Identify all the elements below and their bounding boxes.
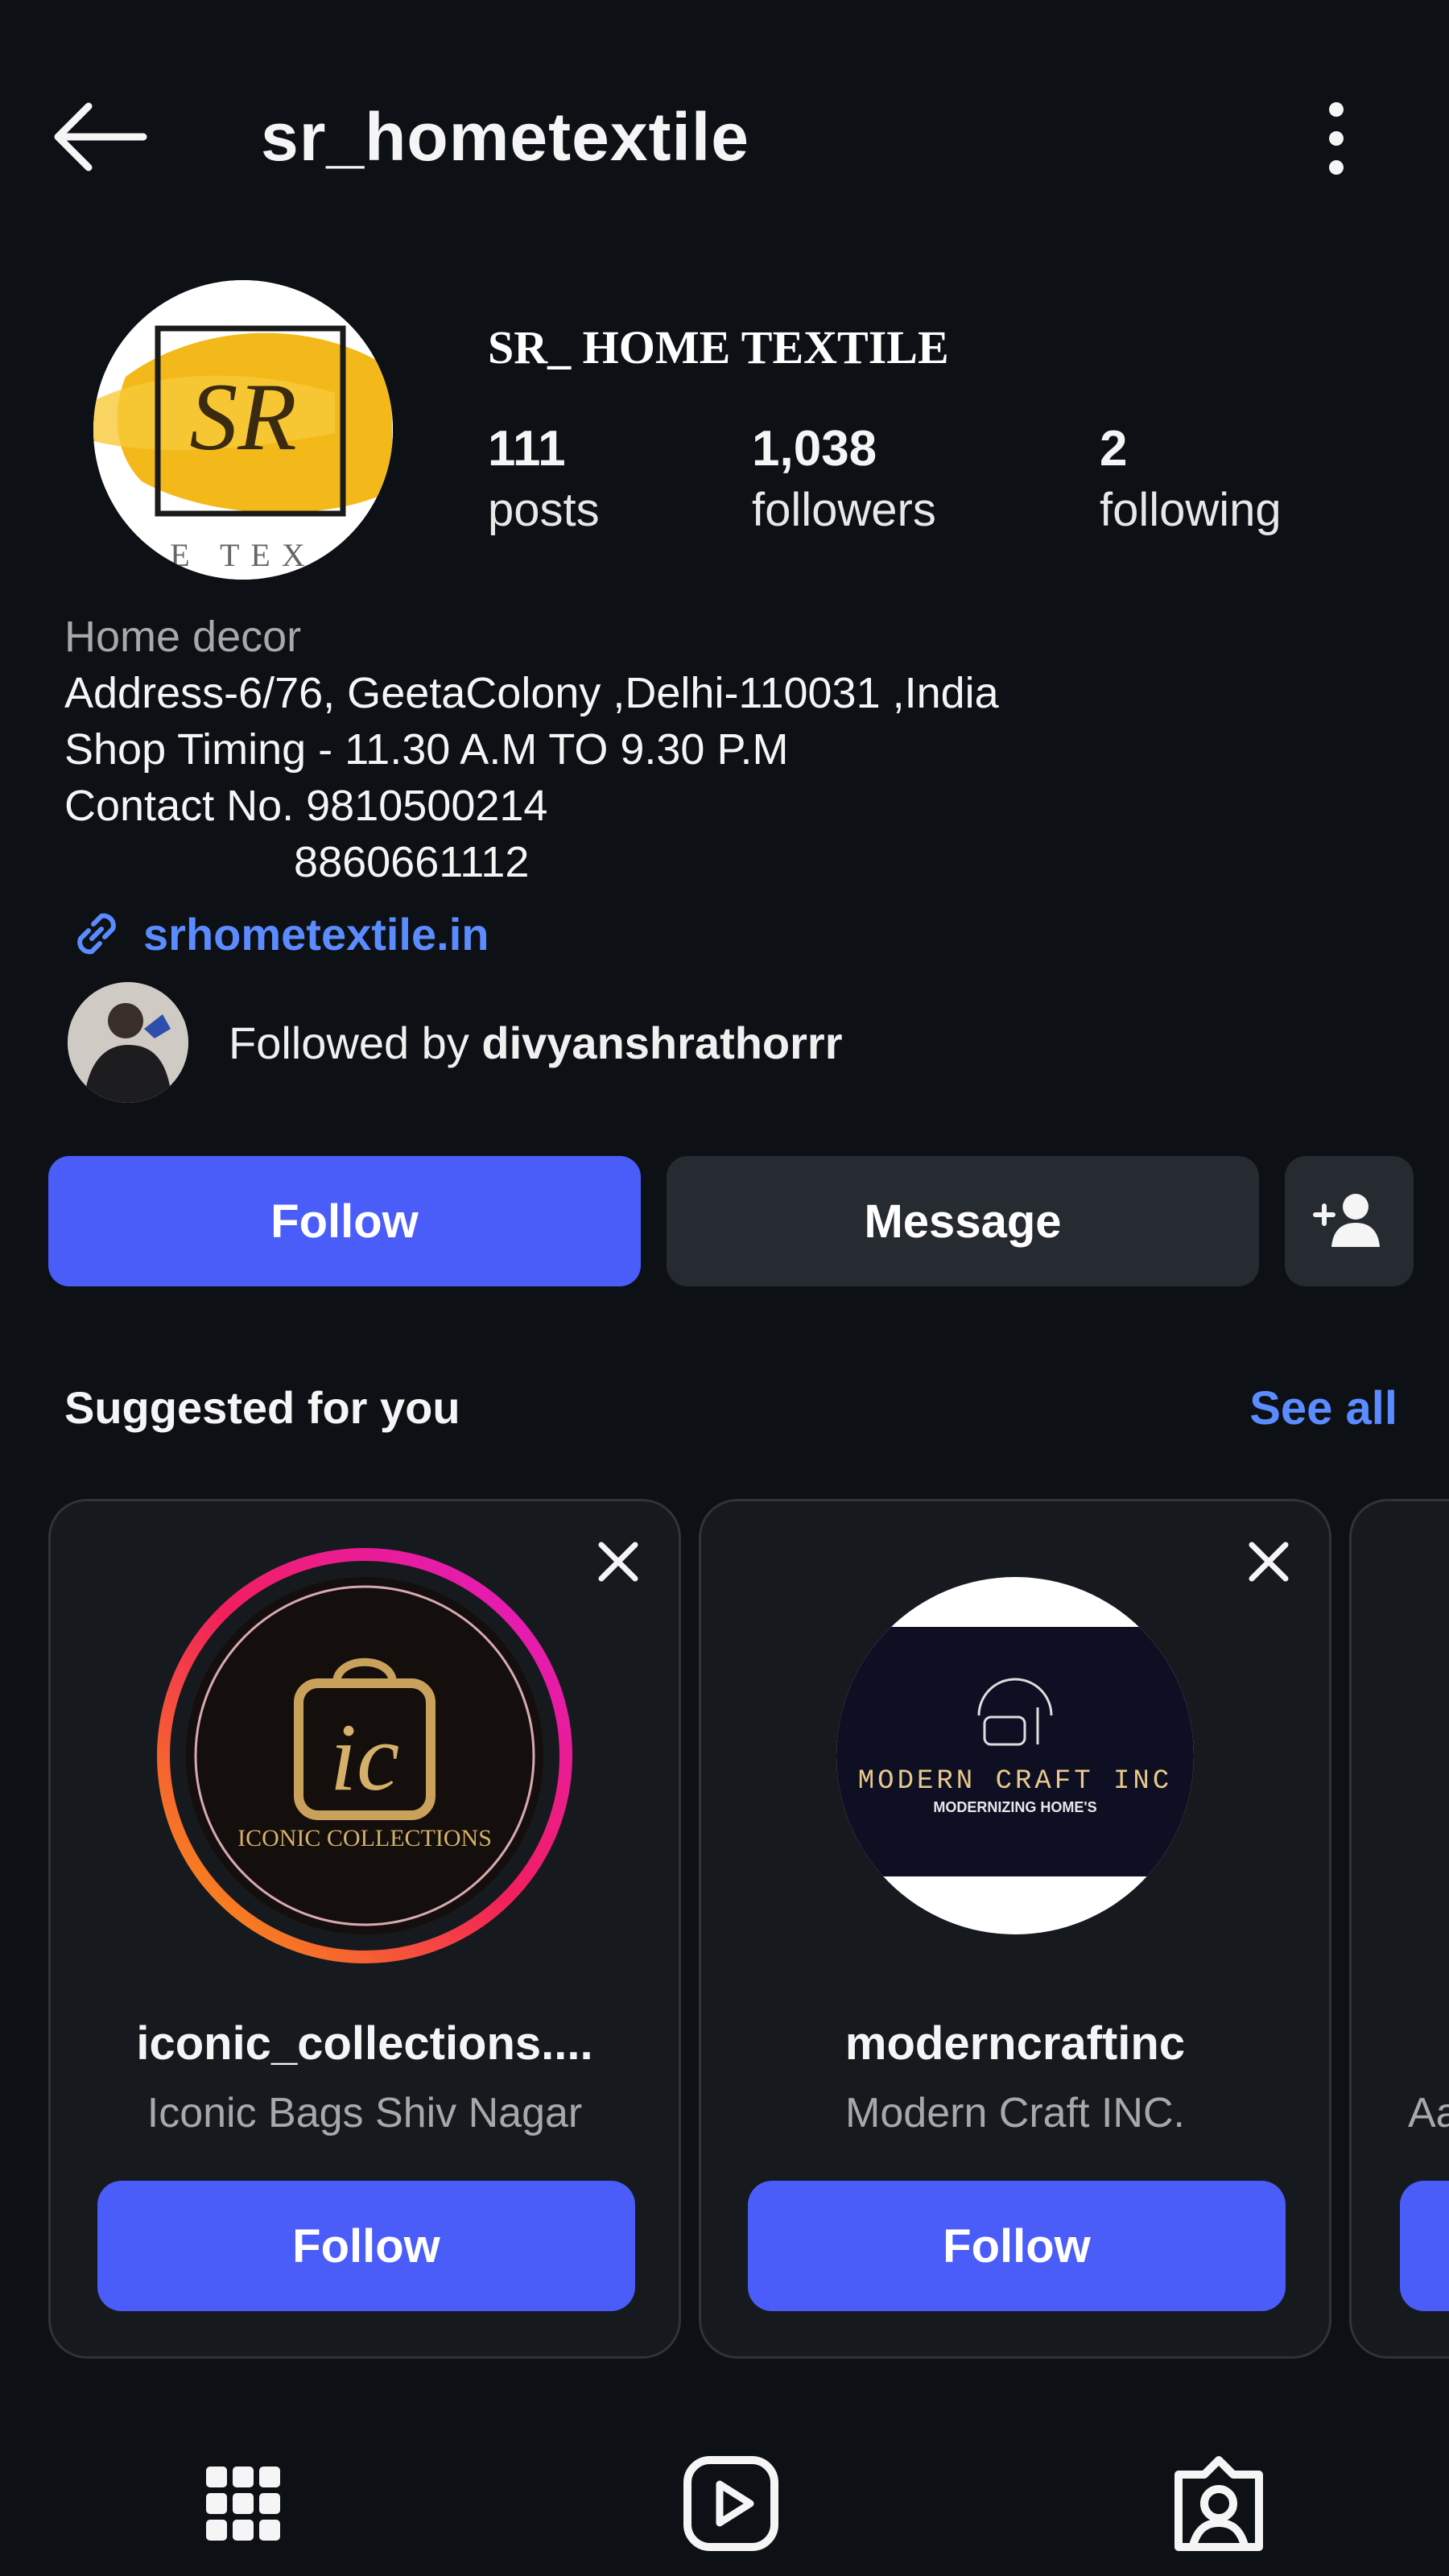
bio-line: Shop Timing - 11.30 A.M TO 9.30 P.M	[64, 725, 789, 774]
story-ring-avatar: ic ICONIC COLLECTIONS	[157, 1548, 572, 1963]
grid-icon	[206, 2467, 280, 2541]
suggestion-follow-button[interactable]: Follow	[97, 2181, 635, 2311]
profile-website-link[interactable]: srhometextile.in	[64, 902, 489, 966]
see-all-link[interactable]: See all	[1249, 1381, 1397, 1435]
close-icon	[598, 1542, 638, 1582]
suggestion-subtitle: Aa	[1408, 2090, 1449, 2136]
profile-tab-bar	[0, 2423, 1449, 2576]
tab-tagged[interactable]	[1162, 2447, 1275, 2560]
svg-text:ic: ic	[330, 1703, 400, 1810]
suggestion-card[interactable]: Aa	[1349, 1499, 1449, 2359]
svg-text:E TEX: E TEX	[170, 537, 316, 573]
bio-line: 8860661112	[64, 838, 530, 886]
mutual-follower-avatar[interactable]	[68, 982, 188, 1103]
sr-logo-image: SR E TEX	[93, 280, 393, 580]
close-icon	[1249, 1542, 1289, 1582]
profile-display-name: SR_ HOME TEXTILE	[488, 321, 949, 374]
person-photo	[68, 982, 188, 1103]
following-count: 2	[1100, 421, 1128, 477]
svg-text:ICONIC COLLECTIONS: ICONIC COLLECTIONS	[237, 1825, 492, 1852]
more-options-button[interactable]	[1304, 95, 1368, 184]
more-vertical-icon	[1329, 102, 1344, 175]
profile-username-title: sr_hometextile	[261, 99, 749, 175]
suggestion-username[interactable]: iconic_collections....	[51, 2017, 679, 2070]
tagged-icon	[1174, 2456, 1263, 2551]
posts-stat[interactable]: 111 posts	[488, 419, 600, 541]
add-person-icon	[1313, 1194, 1380, 1247]
dismiss-suggestion-button[interactable]	[1241, 1534, 1297, 1590]
suggestion-follow-button[interactable]	[1400, 2181, 1449, 2311]
website-link-text[interactable]: srhometextile.in	[143, 908, 489, 960]
following-label: following	[1100, 484, 1282, 536]
suggestion-avatar[interactable]: ic ICONIC COLLECTIONS	[155, 1546, 574, 1965]
followed-by-row[interactable]: Followed by divyanshrathorrr	[68, 982, 843, 1103]
profile-bio: Home decor Address-6/76, GeetaColony ,De…	[64, 609, 1401, 890]
followers-stat[interactable]: 1,038 followers	[752, 419, 936, 541]
suggestion-avatar[interactable]: MODERN CRAFT INC MODERNIZING HOME'S	[806, 1546, 1224, 1965]
back-arrow-icon	[54, 102, 147, 171]
dismiss-suggestion-button[interactable]	[590, 1534, 646, 1590]
bio-category: Home decor	[64, 613, 302, 661]
follow-button[interactable]: Follow	[48, 1156, 641, 1286]
svg-text:MODERN CRAFT INC: MODERN CRAFT INC	[858, 1766, 1172, 1797]
suggestion-subtitle: Iconic Bags Shiv Nagar	[147, 2090, 583, 2136]
message-button[interactable]: Message	[667, 1156, 1259, 1286]
followed-by-username[interactable]: divyanshrathorrr	[481, 1018, 842, 1068]
followed-by-text: Followed by divyanshrathorrr	[229, 1017, 843, 1069]
bio-line: Address-6/76, GeetaColony ,Delhi-110031 …	[64, 669, 999, 717]
followers-count: 1,038	[752, 421, 877, 477]
suggestion-username[interactable]: moderncraftinc	[701, 2017, 1329, 2070]
profile-page: sr_hometextile SR E TEX SR_ HOME TEXTILE…	[0, 0, 1449, 2576]
suggestion-card[interactable]: MODERN CRAFT INC MODERNIZING HOME'S mode…	[699, 1499, 1331, 2359]
link-icon	[77, 913, 116, 955]
suggested-heading: Suggested for you	[64, 1382, 460, 1433]
suggestion-follow-button[interactable]: Follow	[748, 2181, 1286, 2311]
reels-icon	[683, 2456, 778, 2551]
followers-label: followers	[752, 484, 936, 536]
suggestion-card[interactable]: ic ICONIC COLLECTIONS iconic_collections…	[48, 1499, 681, 2359]
followed-by-prefix: Followed by	[229, 1017, 482, 1068]
back-button[interactable]	[47, 97, 151, 177]
svg-text:SR: SR	[189, 363, 296, 470]
tab-reels[interactable]	[675, 2447, 787, 2560]
posts-count: 111	[488, 421, 566, 477]
posts-label: posts	[488, 484, 600, 536]
following-stat[interactable]: 2 following	[1100, 419, 1282, 541]
profile-avatar[interactable]: SR E TEX	[93, 280, 393, 580]
top-bar: sr_hometextile	[0, 0, 1449, 274]
modern-craft-logo: MODERN CRAFT INC MODERNIZING HOME'S	[836, 1577, 1194, 1934]
tab-posts-grid[interactable]	[187, 2447, 299, 2560]
bio-line: Contact No. 9810500214	[64, 782, 548, 830]
suggestion-subtitle: Modern Craft INC.	[845, 2090, 1185, 2136]
suggest-users-button[interactable]	[1285, 1156, 1414, 1286]
svg-text:MODERNIZING HOME'S: MODERNIZING HOME'S	[933, 1799, 1096, 1815]
